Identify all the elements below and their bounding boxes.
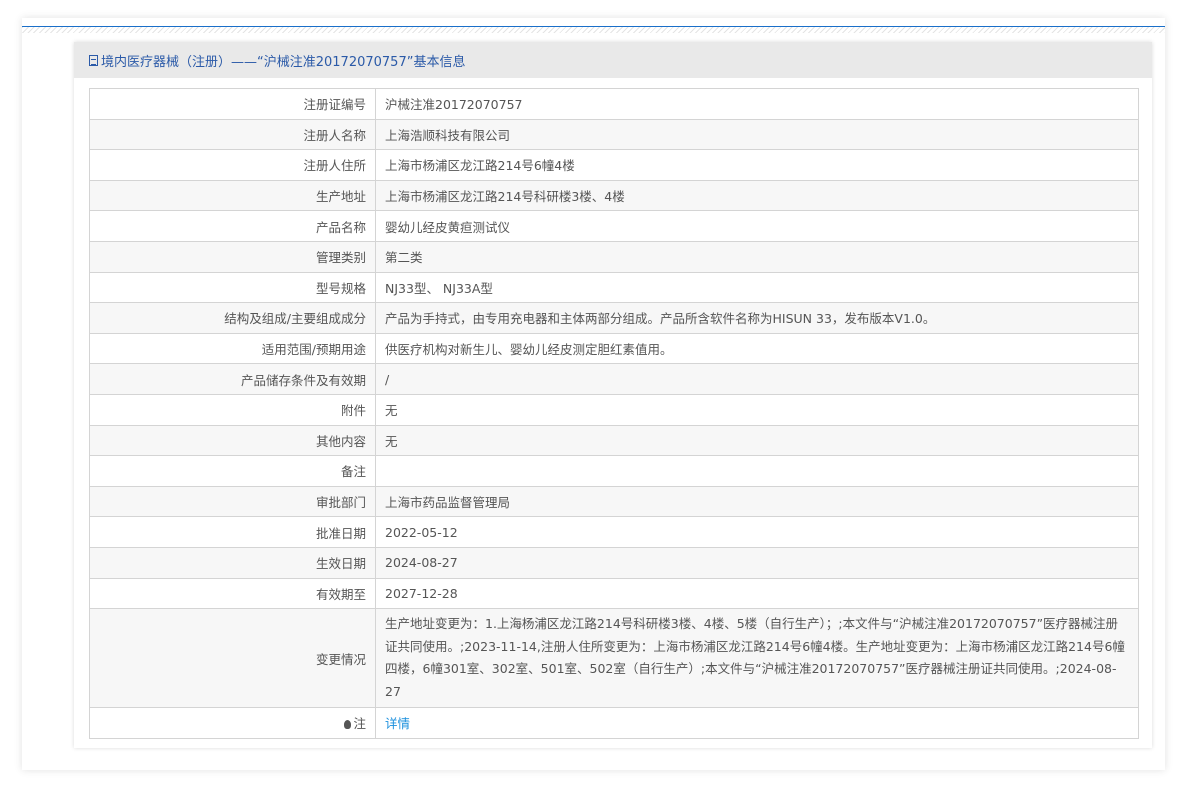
row-label: 批准日期 [89, 516, 376, 548]
table-row: 附件无 [89, 393, 1139, 426]
row-value: 产品为手持式，由专用充电器和主体两部分组成。产品所含软件名称为HISUN 33，… [375, 302, 1139, 334]
row-label: 型号规格 [89, 271, 376, 304]
row-value: 沪械注准20172070757 [375, 88, 1139, 120]
panel-title: 境内医疗器械（注册）——“沪械注准20172070757”基本信息 [101, 54, 466, 70]
row-label: 注册人住所 [89, 149, 376, 181]
table-row: 管理类别 第二类 [89, 240, 1139, 273]
row-label: 适用范围/预期用途 [89, 332, 376, 365]
row-label: 有效期至 [89, 577, 376, 610]
table-row: 审批部门 上海市药品监督管理局 [89, 485, 1139, 518]
row-value: NJ33型、 NJ33A型 [375, 271, 1139, 304]
row-label: 产品名称 [89, 210, 376, 242]
striped-band [22, 27, 1165, 33]
row-value: 无 [375, 424, 1139, 457]
table-row: 其他内容无 [89, 424, 1139, 457]
row-value: 上海市药品监督管理局 [375, 485, 1139, 518]
note-label: 注 [89, 707, 376, 739]
table-row: 结构及组成/主要组成成分 产品为手持式，由专用充电器和主体两部分组成。产品所含软件… [89, 302, 1139, 334]
row-label: 管理类别 [89, 240, 376, 273]
note-label-text: 注 [353, 716, 366, 732]
table-row: 注册证编号 沪械注准20172070757 [89, 88, 1139, 120]
row-value: 第二类 [375, 240, 1139, 273]
table-row: 型号规格 NJ33型、 NJ33A型 [89, 271, 1139, 304]
note-row: 注 详情 [89, 707, 1139, 739]
panel-header: 境内医疗器械（注册）——“沪械注准20172070757”基本信息 [74, 42, 1152, 78]
info-panel: 境内医疗器械（注册）——“沪械注准20172070757”基本信息 注册证编号沪… [74, 42, 1152, 748]
row-label: 注册人名称 [89, 118, 376, 151]
lightbulb-icon [344, 720, 352, 730]
table-row: 注册人名称 上海浩顺科技有限公司 [89, 118, 1139, 151]
row-label: 附件 [89, 393, 376, 426]
row-label: 变更情况 [89, 608, 376, 709]
row-value: 上海浩顺科技有限公司 [375, 118, 1139, 151]
row-label: 其他内容 [89, 424, 376, 457]
row-label: 审批部门 [89, 485, 376, 518]
table-row: 适用范围/预期用途 供医疗机构对新生儿、婴幼儿经皮测定胆红素值用。 [89, 332, 1139, 365]
row-value: 婴幼儿经皮黄疸测试仪 [375, 210, 1139, 242]
table-row: 有效期至 2027-12-28 [89, 577, 1139, 610]
row-value: 无 [375, 393, 1139, 426]
row-label: 备注 [89, 455, 376, 487]
row-label: 结构及组成/主要组成成分 [89, 302, 376, 334]
document-icon [89, 54, 98, 66]
row-value: 上海市杨浦区龙江路214号6幢4楼 [375, 149, 1139, 181]
row-value: 2022-05-12 [375, 516, 1139, 548]
table-row: 备注 [89, 455, 1139, 487]
row-value: 2024-08-27 [375, 546, 1139, 579]
row-value [375, 455, 1139, 487]
table-row: 产品名称 婴幼儿经皮黄疸测试仪 [89, 210, 1139, 242]
row-label: 注册证编号 [89, 88, 376, 120]
table-row: 生效日期 2024-08-27 [89, 546, 1139, 579]
table-row: 产品储存条件及有效期 / [89, 363, 1139, 395]
row-value: / [375, 363, 1139, 395]
row-value: 供医疗机构对新生儿、婴幼儿经皮测定胆红素值用。 [375, 332, 1139, 365]
note-value: 详情 [375, 707, 1139, 739]
row-value: 2027-12-28 [375, 577, 1139, 610]
row-value: 上海市杨浦区龙江路214号科研楼3楼、4楼 [375, 179, 1139, 212]
table-row: 生产地址 上海市杨浦区龙江路214号科研楼3楼、4楼 [89, 179, 1139, 212]
table-row: 注册人住所 上海市杨浦区龙江路214号6幢4楼 [89, 149, 1139, 181]
row-value: 生产地址变更为：1.上海杨浦区龙江路214号科研楼3楼、4楼、5楼（自行生产）；… [375, 608, 1139, 709]
details-link[interactable]: 详情 [385, 716, 410, 731]
row-label: 生产地址 [89, 179, 376, 212]
info-table: 注册证编号 沪械注准20172070757 注册人名称 上海浩顺科技有限公司 注册人住所… [89, 88, 1139, 739]
table-row: 变更情况 生产地址变更为：1.上海杨浦区龙江路214号科研楼3楼、4楼、5楼（自行… [89, 608, 1139, 709]
page-card: 境内医疗器械（注册）——“沪械注准20172070757”基本信息 注册证编号沪… [22, 18, 1165, 770]
row-label: 产品储存条件及有效期 [89, 363, 376, 395]
table-row: 批准日期 2022-05-12 [89, 516, 1139, 548]
row-label: 生效日期 [89, 546, 376, 579]
